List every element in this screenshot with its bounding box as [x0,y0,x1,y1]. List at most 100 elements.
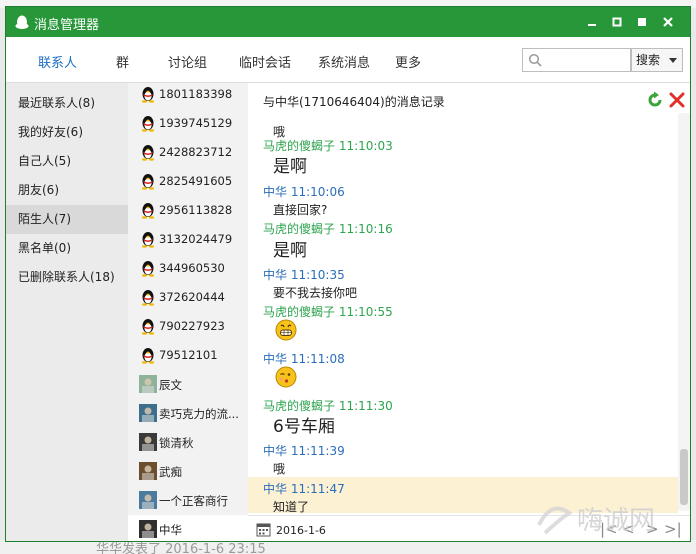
penguin-icon [141,261,155,277]
pane-header: 与中华(1710646404)的消息记录 [263,95,445,109]
message-pane: 哦马虎的傻蝎子 11:10:03 是啊 中华 11:10:06 直接回家? 马虎的傻蝎子… [248,83,690,541]
minimize-icon [588,24,596,26]
date-label: 2016-1-6 [276,524,326,537]
close-icon [663,17,673,27]
grin-emoji-icon [275,319,297,341]
search-button[interactable]: 搜索 [631,48,683,72]
contact-name: 3132024479 [159,232,233,246]
contact-item[interactable]: 372620444 [128,283,248,312]
contact-name: 1801183398 [159,87,233,101]
maximize-button[interactable] [634,14,650,30]
category-strangers[interactable]: 陌生人(7) [6,205,128,234]
message-meta: 中华 11:11:08 [263,352,345,366]
message-meta: 中华 11:11:47 [263,482,345,496]
chevron-down-icon [669,58,677,63]
search-icon [528,53,542,67]
scrollbar[interactable] [678,113,690,511]
contact-item[interactable]: 武痴 [128,457,248,486]
photo-avatar-icon [139,520,157,538]
restore-button[interactable] [609,14,625,30]
delete-icon[interactable] [668,91,686,109]
contact-item[interactable]: 辰文 [128,370,248,399]
message-meta: 马虎的傻蝎子 11:10:16 [263,222,393,236]
window-title: 消息管理器 [34,18,100,33]
tab-more[interactable]: 更多 [395,52,421,71]
maximize-icon [638,18,646,26]
message-meta: 马虎的傻蝎子 11:10:55 [263,305,393,319]
contact-item[interactable]: 卖巧克力的流... [128,399,248,428]
penguin-icon [141,145,155,161]
message-manager-window: 消息管理器 联系人 群 讨论组 临时会话 系统消息 更多 搜索 最近联系人(8)… [5,6,691,542]
category-recent[interactable]: 最近联系人(8) [6,89,128,118]
contact-item[interactable]: 2825491605 [128,167,248,196]
penguin-icon [141,290,155,306]
titlebar: 消息管理器 [6,7,690,37]
contact-name: 79512101 [159,348,218,362]
background-text: 华华发表了 2016-1-6 23:15 [96,542,266,554]
message-text: 直接回家? [273,203,328,217]
message-list: 哦马虎的傻蝎子 11:10:03 是啊 中华 11:10:06 直接回家? 马虎的傻蝎子… [248,83,678,513]
restore-icon [612,17,622,27]
contact-item[interactable]: 3132024479 [128,225,248,254]
minimize-button[interactable] [584,14,600,30]
contact-name: 1939745129 [159,116,233,130]
contact-item[interactable]: 790227923 [128,312,248,341]
penguin-icon [141,87,155,103]
message-text: 知道了 [273,500,310,513]
penguin-icon [141,116,155,132]
wink-emoji-icon [275,366,297,388]
contact-item[interactable]: 1939745129 [128,109,248,138]
contact-name: 辰文 [159,378,182,392]
contact-item[interactable]: 中华 [128,515,248,541]
category-list: 最近联系人(8) 我的好友(6) 自己人(5) 朋友(6) 陌生人(7) 黑名单… [6,83,128,541]
contact-item[interactable]: 锁清秋 [128,428,248,457]
category-friends[interactable]: 我的好友(6) [6,118,128,147]
category-pals[interactable]: 朋友(6) [6,176,128,205]
svg-text:嗨诚网: 嗨诚网 [577,506,655,536]
tab-groups[interactable]: 群 [116,52,129,71]
contact-item[interactable]: 344960530 [128,254,248,283]
penguin-icon [141,319,155,335]
refresh-icon[interactable] [646,91,664,109]
message-text: 是啊 [273,157,307,177]
photo-avatar-icon [139,433,157,451]
contact-name: 中华 [159,523,182,537]
tab-temp-chat[interactable]: 临时会话 [239,52,291,71]
penguin-icon [141,232,155,248]
tab-discussions[interactable]: 讨论组 [168,52,207,71]
watermark-logo: 嗨诚网 [537,506,655,536]
contact-item[interactable]: 2956113828 [128,196,248,225]
toolbar: 联系人 群 讨论组 临时会话 系统消息 更多 搜索 [6,37,690,83]
close-button[interactable] [660,14,676,30]
contact-name: 2956113828 [159,203,233,217]
contact-list: 1801183398 1939745129 2428823712 2825491605… [128,83,248,541]
photo-avatar-icon [139,462,157,480]
photo-avatar-icon [139,404,157,422]
message-meta: 中华 11:11:39 [263,444,345,458]
calendar-icon[interactable] [256,522,271,537]
message-text: 哦 [273,462,286,476]
category-deleted[interactable]: 已删除联系人(18) [6,263,128,292]
search-box [522,48,631,72]
search-input[interactable] [547,51,627,69]
category-own[interactable]: 自己人(5) [6,147,128,176]
photo-avatar-icon [139,491,157,509]
tab-system-messages[interactable]: 系统消息 [318,52,370,71]
message-meta: 中华 11:10:06 [263,185,345,199]
message-text: 6号车厢 [273,417,335,437]
category-blacklist[interactable]: 黑名单(0) [6,234,128,263]
contact-name: 锁清秋 [159,436,194,450]
tab-contacts[interactable]: 联系人 [38,52,77,71]
contact-name: 2428823712 [159,145,233,159]
contact-name: 344960530 [159,261,225,275]
contact-name: 卖巧克力的流... [159,407,239,421]
message-text: 是啊 [273,241,307,261]
contact-item[interactable]: 2428823712 [128,138,248,167]
message-meta: 中华 11:10:35 [263,268,345,282]
contact-item[interactable]: 79512101 [128,341,248,370]
contact-name: 武痴 [159,465,182,479]
qq-penguin-icon [15,15,29,29]
contact-item[interactable]: 一个正客商行 [128,486,248,515]
contact-item[interactable]: 1801183398 [128,83,248,109]
photo-avatar-icon [139,375,157,393]
